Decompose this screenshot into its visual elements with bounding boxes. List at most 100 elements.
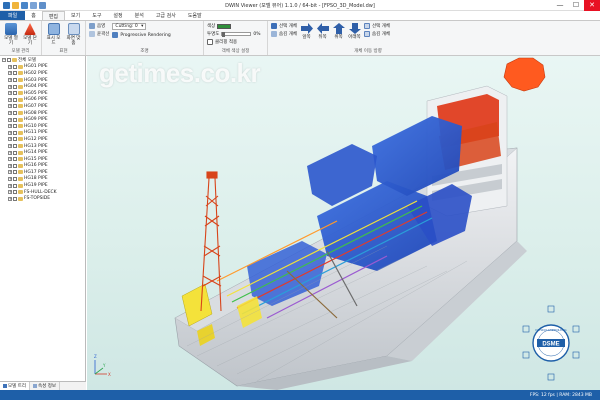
checkbox-icon[interactable] xyxy=(13,196,17,201)
color-picker[interactable]: 색상 xyxy=(207,23,261,29)
redo-icon[interactable] xyxy=(39,1,46,9)
checkbox-icon[interactable] xyxy=(13,78,17,83)
expand-icon[interactable]: + xyxy=(8,91,12,96)
expand-icon[interactable]: + xyxy=(8,137,12,142)
expand-icon[interactable]: + xyxy=(8,157,12,162)
tab-home[interactable]: 홈 xyxy=(25,11,42,20)
move-forward-button[interactable]: 앞쪽 xyxy=(300,23,313,40)
undo-icon[interactable] xyxy=(30,1,37,9)
expand-icon[interactable]: + xyxy=(8,163,12,168)
open-icon[interactable] xyxy=(12,1,19,9)
tree-item[interactable]: + HG14 PIPE xyxy=(2,149,83,156)
move-back-button[interactable]: 뒤쪽 xyxy=(316,23,329,40)
expand-icon[interactable]: + xyxy=(8,97,12,102)
expand-icon[interactable]: + xyxy=(8,144,12,149)
expand-icon[interactable]: + xyxy=(8,130,12,135)
tree-item[interactable]: + HG02 PIPE xyxy=(2,70,83,77)
display-mode-button[interactable]: 표시 모드 xyxy=(45,23,62,46)
checkbox-icon[interactable] xyxy=(13,137,17,142)
checkbox-icon[interactable] xyxy=(13,97,17,102)
expand-icon[interactable]: + xyxy=(8,104,12,109)
tree-item[interactable]: + HG07 PIPE xyxy=(2,103,83,110)
expand-icon[interactable]: + xyxy=(8,124,12,129)
tree-root[interactable]: − 전체 모델 xyxy=(2,57,83,64)
progressive-rendering-toggle[interactable]: Progressive Rendering xyxy=(112,32,171,38)
checkbox-icon[interactable] xyxy=(13,91,17,96)
tree-item[interactable]: + HG03 PIPE xyxy=(2,77,83,84)
tab-model-tree[interactable]: 모델 트리 xyxy=(0,382,30,390)
maximize-button[interactable]: ☐ xyxy=(568,0,584,11)
slider-knob[interactable] xyxy=(222,32,226,37)
tree-item[interactable]: + FS-HULL-DECK xyxy=(2,189,83,196)
tab-edit[interactable]: 편집 xyxy=(41,11,66,20)
tree-item[interactable]: + HG08 PIPE xyxy=(2,110,83,117)
checkbox-icon[interactable] xyxy=(13,130,17,135)
checkbox-icon[interactable] xyxy=(13,117,17,122)
expand-icon[interactable]: + xyxy=(8,111,12,116)
expand-icon[interactable]: + xyxy=(8,176,12,181)
tree-item[interactable]: + HG09 PIPE xyxy=(2,116,83,123)
tree-item[interactable]: + HG13 PIPE xyxy=(2,143,83,150)
expand-icon[interactable]: + xyxy=(8,71,12,76)
tree-item[interactable]: + HG10 PIPE xyxy=(2,123,83,130)
tab-properties[interactable]: 속성 정보 xyxy=(30,382,60,390)
opacity-slider[interactable]: 투명도 0% xyxy=(207,31,261,37)
checkbox-icon[interactable] xyxy=(13,64,17,69)
shading-button[interactable]: 음영 xyxy=(89,23,109,29)
checkbox-icon[interactable] xyxy=(13,190,17,195)
move-down-button[interactable]: 아래쪽 xyxy=(348,23,361,40)
checkbox-icon[interactable] xyxy=(13,144,17,149)
tree-item[interactable]: + HG12 PIPE xyxy=(2,136,83,143)
tab-help[interactable]: 도움말 xyxy=(182,11,208,20)
outline-button[interactable]: 윤곽선 xyxy=(89,31,109,37)
expand-icon[interactable]: + xyxy=(8,64,12,69)
expand-icon[interactable]: + xyxy=(8,190,12,195)
expand-icon[interactable]: + xyxy=(8,170,12,175)
tab-view[interactable]: 보기 xyxy=(65,11,86,20)
tree-item[interactable]: + HG05 PIPE xyxy=(2,90,83,97)
expand-icon[interactable]: + xyxy=(8,183,12,188)
open-model-button[interactable]: 모델 열기 xyxy=(3,23,19,46)
expand-icon[interactable]: + xyxy=(8,150,12,155)
checkbox-icon[interactable] xyxy=(13,124,17,129)
3d-viewport[interactable]: Z X Y DSME DAEWOO SHIPBUILDING getimes.c… xyxy=(87,56,600,390)
tree-item[interactable]: + HG04 PIPE xyxy=(2,83,83,90)
minimize-button[interactable]: — xyxy=(552,0,568,11)
expand-icon[interactable]: + xyxy=(8,196,12,201)
tab-file[interactable]: 파일 xyxy=(0,11,26,20)
checkbox-icon[interactable] xyxy=(13,176,17,181)
move-up-button[interactable]: 위쪽 xyxy=(332,23,345,40)
checkbox-icon[interactable] xyxy=(13,84,17,89)
close-model-button[interactable]: 모델 닫기 xyxy=(22,23,38,46)
hidden-object-button-2[interactable]: 숨김 개체 xyxy=(364,31,390,37)
tree-item[interactable]: + HG18 PIPE xyxy=(2,176,83,183)
hidden-object-button[interactable]: 숨김 개체 xyxy=(271,31,297,37)
save-icon[interactable] xyxy=(21,1,28,9)
checkbox-icon[interactable] xyxy=(13,104,17,109)
select-object-button-2[interactable]: 선택 개체 xyxy=(364,23,390,29)
tree-item[interactable]: + FS-TOPSIDE xyxy=(2,195,83,202)
tree-item[interactable]: + HG11 PIPE xyxy=(2,130,83,137)
checkbox-icon[interactable] xyxy=(7,58,11,63)
tab-tools[interactable]: 도구 xyxy=(86,11,107,20)
checkbox-icon[interactable] xyxy=(13,150,17,155)
expand-icon[interactable]: + xyxy=(8,84,12,89)
checkbox-icon[interactable] xyxy=(13,71,17,76)
tree-item[interactable]: + HG06 PIPE xyxy=(2,97,83,104)
checkbox-icon[interactable] xyxy=(13,157,17,162)
tab-advanced[interactable]: 고급 검사 xyxy=(150,11,182,20)
tab-settings[interactable]: 설정 xyxy=(107,11,128,20)
collapse-icon[interactable]: − xyxy=(2,58,6,63)
cutting-combo[interactable]: Cutting: 0 ▾ xyxy=(112,23,147,30)
tree-item[interactable]: + HG16 PIPE xyxy=(2,163,83,170)
checkbox-icon[interactable] xyxy=(13,111,17,116)
checkbox-icon[interactable] xyxy=(13,183,17,188)
tree-item[interactable]: + HG17 PIPE xyxy=(2,169,83,176)
ship-model[interactable]: Z X Y DSME DAEWOO SHIPBUILDING xyxy=(87,56,600,390)
tab-analysis[interactable]: 분석 xyxy=(129,11,150,20)
checkbox-icon[interactable] xyxy=(13,163,17,168)
expand-icon[interactable]: + xyxy=(8,117,12,122)
select-object-button[interactable]: 선택 개체 xyxy=(271,23,297,29)
tree-item[interactable]: + HG15 PIPE xyxy=(2,156,83,163)
tree-item[interactable]: + HG01 PIPE xyxy=(2,64,83,71)
